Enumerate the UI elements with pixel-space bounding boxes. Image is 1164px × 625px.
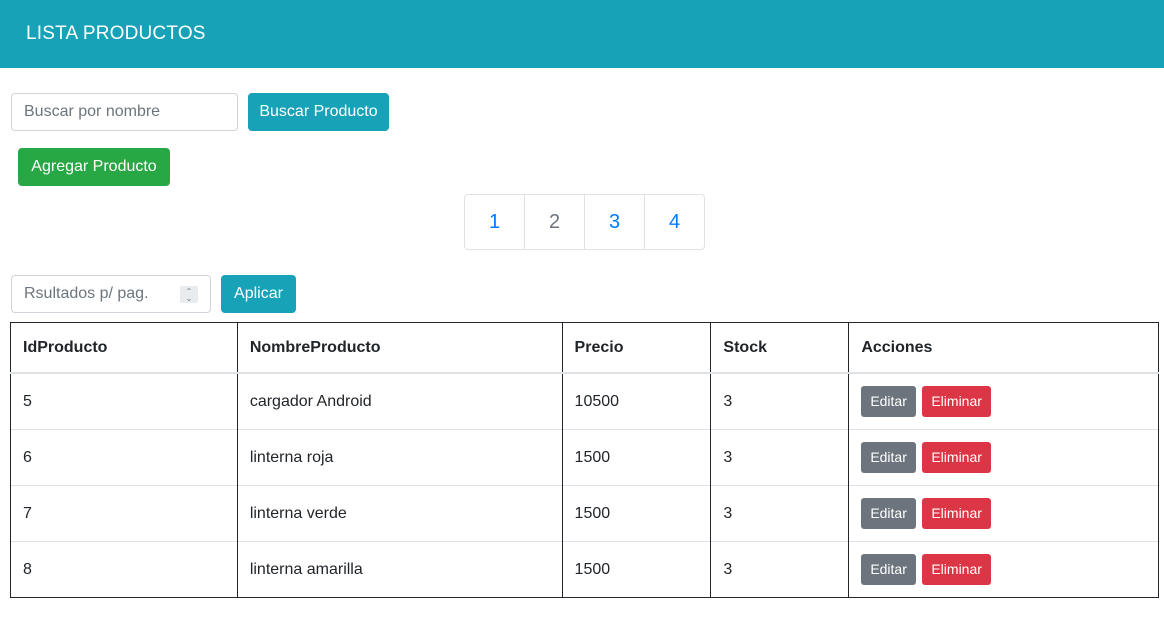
cell-name: cargador Android bbox=[236, 372, 563, 430]
search-input[interactable] bbox=[11, 93, 238, 131]
page-link-1[interactable]: 1 bbox=[465, 195, 525, 249]
cell-stock: 3 bbox=[710, 372, 850, 430]
delete-button[interactable]: Eliminar bbox=[922, 554, 991, 585]
cell-price: 1500 bbox=[561, 541, 712, 598]
delete-button[interactable]: Eliminar bbox=[922, 498, 991, 529]
pagination: 1 2 3 4 bbox=[464, 194, 705, 250]
delete-button[interactable]: Eliminar bbox=[922, 386, 991, 417]
cell-name: linterna verde bbox=[236, 485, 563, 542]
page-link-2[interactable]: 2 bbox=[525, 195, 585, 249]
cell-id: 7 bbox=[10, 485, 238, 542]
add-product-button[interactable]: Agregar Producto bbox=[18, 148, 170, 186]
table-row: 6 linterna roja 1500 3 Editar Eliminar bbox=[10, 429, 1159, 486]
header-actions: Acciones bbox=[848, 322, 1159, 374]
cell-actions: Editar Eliminar bbox=[848, 372, 1159, 430]
cell-price: 1500 bbox=[561, 485, 712, 542]
cell-name: linterna roja bbox=[236, 429, 563, 486]
cell-price: 1500 bbox=[561, 429, 712, 486]
header-stock: Stock bbox=[710, 322, 850, 374]
edit-button[interactable]: Editar bbox=[861, 498, 916, 529]
top-navbar: LISTA PRODUCTOS bbox=[0, 0, 1164, 68]
cell-id: 5 bbox=[10, 372, 238, 430]
page-link-3[interactable]: 3 bbox=[585, 195, 645, 249]
edit-button[interactable]: Editar bbox=[861, 554, 916, 585]
products-table: IdProducto NombreProducto Precio Stock A… bbox=[10, 322, 1159, 598]
cell-id: 6 bbox=[10, 429, 238, 486]
cell-actions: Editar Eliminar bbox=[848, 429, 1159, 486]
page-title: LISTA PRODUCTOS bbox=[26, 23, 206, 44]
header-name: NombreProducto bbox=[236, 322, 563, 374]
header-id: IdProducto bbox=[10, 322, 238, 374]
cell-actions: Editar Eliminar bbox=[848, 541, 1159, 598]
header-price: Precio bbox=[561, 322, 712, 374]
delete-button[interactable]: Eliminar bbox=[922, 442, 991, 473]
cell-price: 10500 bbox=[561, 372, 712, 430]
cell-id: 8 bbox=[10, 541, 238, 598]
table-header-row: IdProducto NombreProducto Precio Stock A… bbox=[10, 322, 1159, 374]
edit-button[interactable]: Editar bbox=[861, 442, 916, 473]
table-row: 8 linterna amarilla 1500 3 Editar Elimin… bbox=[10, 541, 1159, 598]
apply-button[interactable]: Aplicar bbox=[221, 275, 296, 313]
cell-stock: 3 bbox=[710, 429, 850, 486]
table-row: 7 linterna verde 1500 3 Editar Eliminar bbox=[10, 485, 1159, 542]
page-link-4[interactable]: 4 bbox=[645, 195, 704, 249]
spinner-down-icon[interactable]: ⌄ bbox=[186, 294, 193, 302]
table-row: 5 cargador Android 10500 3 Editar Elimin… bbox=[10, 372, 1159, 430]
number-spinner[interactable]: ⌃ ⌄ bbox=[180, 286, 198, 303]
cell-stock: 3 bbox=[710, 485, 850, 542]
edit-button[interactable]: Editar bbox=[861, 386, 916, 417]
cell-stock: 3 bbox=[710, 541, 850, 598]
search-button[interactable]: Buscar Producto bbox=[248, 93, 389, 131]
cell-actions: Editar Eliminar bbox=[848, 485, 1159, 542]
cell-name: linterna amarilla bbox=[236, 541, 563, 598]
